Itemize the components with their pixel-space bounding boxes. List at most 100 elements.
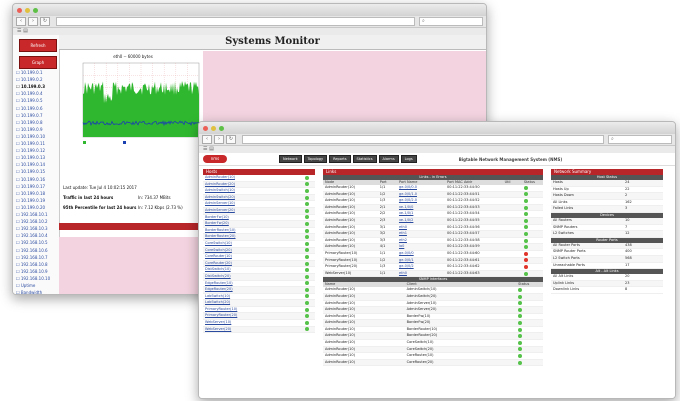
zoom-icon[interactable] — [33, 7, 38, 13]
refresh-button[interactable]: Refresh — [19, 39, 57, 52]
host-link[interactable]: ☐ 10.199.0.2 — [13, 76, 59, 83]
host-link[interactable]: ☐ 10.199.0.11 — [13, 140, 59, 147]
reload-button[interactable]: ↻ — [40, 17, 50, 26]
port-name-link[interactable]: eth0 — [397, 271, 445, 277]
host-link[interactable]: AdminServer(10) — [203, 201, 305, 207]
host-link[interactable]: AdminRouter(10) — [203, 175, 305, 181]
host-link[interactable]: WebServer(10) — [203, 320, 305, 326]
host-link[interactable]: BorderFw(10) — [203, 215, 305, 221]
host-link[interactable]: ☐ 10.199.0.3 — [13, 83, 59, 90]
port-name-link[interactable]: ge-0/0/1 — [397, 258, 445, 264]
host-link[interactable]: WebServer(20) — [203, 327, 305, 333]
nav-tab[interactable]: Network — [279, 155, 302, 163]
host-link[interactable]: ☐ 192.168.10.3 — [13, 225, 59, 232]
host-link[interactable]: ☐ 10.199.0.4 — [13, 90, 59, 97]
port-name-link[interactable]: ge-0/0/2.0 — [397, 198, 445, 204]
host-link[interactable]: EdgeRouter(20) — [203, 287, 305, 293]
host-link[interactable]: ☐ 192.168.10.4 — [13, 232, 59, 239]
nav-tab[interactable]: Reports — [329, 155, 351, 163]
host-link[interactable]: ☐ 10.199.0.1 — [13, 69, 59, 76]
port-name-link[interactable]: ge-0/0/0 — [397, 251, 445, 257]
host-link[interactable]: ☐ 192.168.10.5 — [13, 239, 59, 246]
host-link[interactable]: ☐ 10.199.0.17 — [13, 183, 59, 190]
status-dot — [305, 261, 309, 266]
host-link[interactable]: LabSwitch(20) — [203, 300, 305, 306]
status-dot — [305, 268, 309, 273]
host-link[interactable]: ☐ Bandwidth — [13, 289, 59, 294]
port-name-link[interactable]: xe-1/0/2 — [397, 218, 445, 224]
port-name-link[interactable]: lo0 — [397, 244, 445, 250]
host-link[interactable]: CoreRouter(10) — [203, 254, 305, 260]
host-link[interactable]: ☐ 10.199.0.8 — [13, 119, 59, 126]
host-link[interactable]: BorderRouter(10) — [203, 228, 305, 234]
host-link[interactable]: AdminServer(20) — [203, 208, 305, 214]
host-link[interactable]: DistSwitch(10) — [203, 267, 305, 273]
host-link[interactable]: PrimaryRouter(20) — [203, 313, 305, 319]
host-link[interactable]: ☐ 192.168.10.6 — [13, 247, 59, 254]
host-link[interactable]: AdminSwitch(20) — [203, 195, 305, 201]
host-link[interactable]: ☐ 10.199.0.5 — [13, 97, 59, 104]
host-link[interactable]: ☐ 192.168.10.8 — [13, 261, 59, 268]
table-row: AdminRouter(10) 4/1 lo0 00:11:22:33:44:59 — [323, 244, 543, 251]
back-button[interactable]: ‹ — [16, 17, 26, 26]
host-link[interactable]: ☐ 10.199.0.16 — [13, 176, 59, 183]
forward-button[interactable]: › — [28, 17, 38, 26]
host-link[interactable]: PrimaryRouter(10) — [203, 307, 305, 313]
host-link[interactable]: AdminRouter(20) — [203, 182, 305, 188]
search-field[interactable]: ⌕ — [419, 17, 483, 26]
address-bar[interactable] — [242, 135, 604, 144]
host-link[interactable]: ☐ 10.199.0.9 — [13, 126, 59, 133]
address-bar[interactable] — [56, 17, 415, 26]
nav-tab[interactable]: Topology — [303, 155, 328, 163]
port-name-link[interactable]: ge-0/0/0.0 — [397, 185, 445, 191]
host-link[interactable]: ☐ Uptime — [13, 282, 59, 289]
host-link[interactable]: ☐ 192.168.10.9 — [13, 268, 59, 275]
table-cell: 1/1 — [379, 270, 386, 275]
port-name-link[interactable]: xe-1/0/1 — [397, 211, 445, 217]
hosts-list: AdminRouter(10) AdminRouter(20) AdminSwitc… — [203, 175, 315, 334]
zoom-icon[interactable] — [219, 125, 224, 131]
search-field[interactable]: ⌕ — [608, 135, 672, 144]
minimize-icon[interactable] — [25, 7, 30, 13]
host-link[interactable]: ☐ 10.199.0.10 — [13, 133, 59, 140]
host-link[interactable]: BorderFw(20) — [203, 221, 305, 227]
host-link[interactable]: CoreSwitch(20) — [203, 248, 305, 254]
host-link[interactable]: ☐ 10.199.0.6 — [13, 105, 59, 112]
host-link[interactable]: DistSwitch(20) — [203, 274, 305, 280]
table-cell: 1/2 — [379, 257, 386, 262]
host-link[interactable]: ☐ 192.168.10.1 — [13, 211, 59, 218]
host-link[interactable]: CoreRouter(20) — [203, 261, 305, 267]
nav-tab[interactable]: Alarms — [378, 155, 399, 163]
host-link[interactable]: EdgeRouter(10) — [203, 281, 305, 287]
host-link[interactable]: ☐ 10.199.0.7 — [13, 112, 59, 119]
host-link[interactable]: ☐ 10.199.0.12 — [13, 147, 59, 154]
graph-button[interactable]: Graph — [19, 56, 57, 69]
back-button[interactable]: ‹ — [202, 135, 212, 144]
host-link[interactable]: AdminSwitch(10) — [203, 188, 305, 194]
host-link[interactable]: LabSwitch(10) — [203, 294, 305, 300]
host-link[interactable]: ☐ 192.168.10.10 — [13, 275, 59, 282]
host-link[interactable]: ☐ 10.199.0.15 — [13, 168, 59, 175]
port-name-link[interactable]: eth1 — [397, 231, 445, 237]
host-link[interactable]: ☐ 10.199.0.13 — [13, 154, 59, 161]
host-link[interactable]: CoreSwitch(10) — [203, 241, 305, 247]
minimize-icon[interactable] — [211, 125, 216, 131]
reload-button[interactable]: ↻ — [226, 135, 236, 144]
host-link[interactable]: ☐ 10.199.0.14 — [13, 161, 59, 168]
port-name-link[interactable]: ge-0/0/2 — [397, 264, 445, 270]
close-icon[interactable] — [17, 7, 22, 13]
close-icon[interactable] — [203, 125, 208, 131]
host-link[interactable]: ☐ 10.199.0.20 — [13, 204, 59, 211]
nav-tab[interactable]: Logs — [400, 155, 417, 163]
host-link[interactable]: ☐ 10.199.0.19 — [13, 197, 59, 204]
host-link[interactable]: ☐ 192.168.10.7 — [13, 254, 59, 261]
port-name-link[interactable]: eth2 — [397, 238, 445, 244]
host-link[interactable]: ☐ 10.199.0.18 — [13, 190, 59, 197]
port-name-link[interactable]: eth0 — [397, 225, 445, 231]
port-name-link[interactable]: ge-0/0/1.0 — [397, 192, 445, 198]
host-link[interactable]: ☐ 192.168.10.2 — [13, 218, 59, 225]
host-link[interactable]: BorderRouter(20) — [203, 234, 305, 240]
forward-button[interactable]: › — [214, 135, 224, 144]
nav-tab[interactable]: Statistics — [352, 155, 377, 163]
port-name-link[interactable]: xe-1/0/0 — [397, 205, 445, 211]
